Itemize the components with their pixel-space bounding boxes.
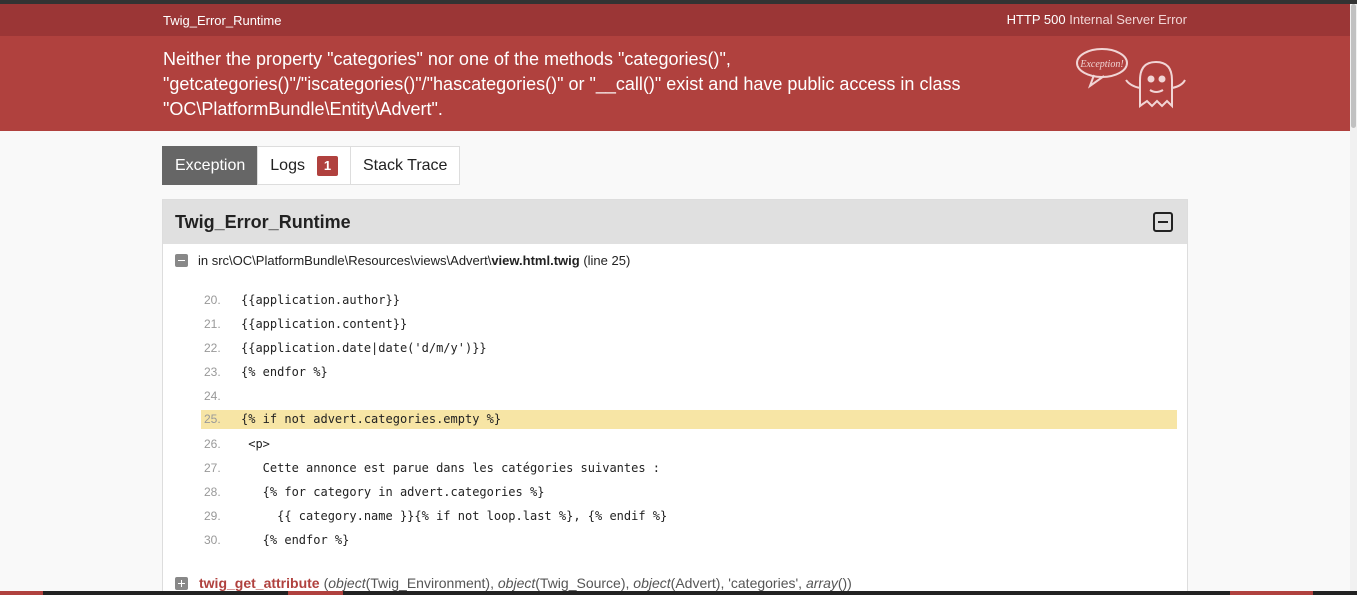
code-line: 21. {{application.content}} [187, 312, 1177, 336]
line-source: {{application.author}} [241, 293, 400, 307]
line-number: 23. [204, 365, 221, 379]
collapse-icon[interactable] [1153, 212, 1173, 232]
arg4-value: ()) [837, 575, 852, 591]
ghost-speech-label: Exception! [1079, 59, 1123, 70]
expand-call-icon[interactable] [175, 576, 188, 590]
line-source: {% endfor %} [241, 365, 328, 379]
panel-title: Twig_Error_Runtime [175, 212, 351, 232]
exception-panel: Twig_Error_Runtime in src\OC\PlatformBun… [162, 199, 1188, 595]
code-line: 20. {{application.author}} [187, 288, 1177, 312]
error-message-line-3: "OC\PlatformBundle\Entity\Advert". [163, 99, 443, 119]
header-bar: Twig_Error_Runtime HTTP 500 Internal Ser… [0, 4, 1357, 36]
error-message-line-1: Neither the property "categories" nor on… [163, 49, 731, 69]
code-line: 29. {{ category.name }}{% if not loop.la… [187, 504, 1177, 528]
arg3-value: (Advert), 'categories', [670, 575, 803, 591]
line-source: <p> [241, 437, 270, 451]
tab-exception-label: Exception [175, 156, 246, 174]
error-banner: Neither the property "categories" nor on… [0, 36, 1357, 131]
line-source: {% for category in advert.categories %} [241, 485, 545, 499]
logs-count-badge: 1 [316, 155, 338, 176]
line-number: 29. [204, 509, 221, 523]
arg3-type: object [633, 575, 671, 591]
code-line-highlighted: 25. {% if not advert.categories.empty %} [201, 410, 1177, 429]
http-status: HTTP 500 Internal Server Error [1007, 12, 1187, 27]
bottom-accent [288, 591, 343, 595]
arg1-value: (Twig_Environment), [365, 575, 494, 591]
code-line: 27. Cette annonce est parue dans les cat… [187, 456, 1177, 480]
line-source: {% if not advert.categories.empty %} [241, 412, 502, 426]
trace-line-number: (line 25) [583, 253, 631, 268]
trace-collapse-icon[interactable] [175, 254, 188, 267]
bottom-accent [1230, 591, 1313, 595]
trace-file: view.html.twig [491, 253, 580, 268]
code-line: 23. {% endfor %} [187, 360, 1177, 384]
error-message-line-2: "getcategories()"/"iscategories()"/"hasc… [163, 74, 961, 94]
exception-ghost-icon: Exception! [1076, 48, 1186, 109]
line-number: 21. [204, 317, 221, 331]
status-text: Internal Server Error [1069, 12, 1187, 27]
line-number: 26. [204, 437, 221, 451]
line-source: {{application.content}} [241, 317, 408, 331]
arg4-type: array [805, 575, 838, 591]
trace-location: in src\OC\PlatformBundle\Resources\views… [175, 253, 630, 268]
code-line: 24. [187, 384, 1177, 408]
tab-exception[interactable]: Exception [162, 146, 259, 185]
tab-bar: Exception Logs 1 Stack Trace [162, 146, 461, 186]
code-line: 22. {{application.date|date('d/m/y')}} [187, 336, 1177, 360]
tab-stack-trace-label: Stack Trace [362, 156, 448, 174]
panel-header: Twig_Error_Runtime [163, 200, 1187, 244]
scrollbar-thumb[interactable] [1351, 4, 1356, 128]
arg1-type: object [328, 575, 366, 591]
line-number: 24. [204, 389, 221, 403]
line-source: {% endfor %} [241, 533, 350, 547]
status-code: HTTP 500 [1006, 12, 1066, 27]
stack-call-entry: twig_get_attribute (object (Twig_Environm… [175, 575, 852, 591]
exception-class-label: Twig_Error_Runtime [163, 13, 282, 28]
tab-logs[interactable]: Logs 1 [257, 146, 351, 185]
trace-path: in src\OC\PlatformBundle\Resources\views… [198, 253, 492, 268]
line-number: 25. [204, 412, 221, 426]
line-source: Cette annonce est parue dans les catégor… [241, 461, 661, 475]
bottom-bar [0, 591, 1357, 595]
code-line: 30. {% endfor %} [187, 528, 1177, 552]
code-line: 26. <p> [187, 432, 1177, 456]
arg2-type: object [497, 575, 536, 591]
arg2-value: (Twig_Source), [535, 575, 630, 591]
bottom-accent [0, 591, 43, 595]
line-number: 28. [204, 485, 221, 499]
tab-logs-label: Logs [270, 156, 305, 174]
line-source: {{application.date|date('d/m/y')}} [241, 341, 487, 355]
code-line: 28. {% for category in advert.categories… [187, 480, 1177, 504]
line-number: 22. [204, 341, 221, 355]
line-number: 20. [204, 293, 221, 307]
tab-stack-trace[interactable]: Stack Trace [349, 146, 461, 185]
line-number: 27. [204, 461, 221, 475]
error-message: Neither the property "categories" nor on… [163, 47, 1003, 122]
code-excerpt: 20. {{application.author}} 21. {{applicati… [187, 288, 1177, 552]
line-source: {{ category.name }}{% if not loop.last %… [241, 509, 668, 523]
line-number: 30. [204, 533, 221, 547]
call-function-name[interactable]: twig_get_attribute [199, 575, 320, 591]
